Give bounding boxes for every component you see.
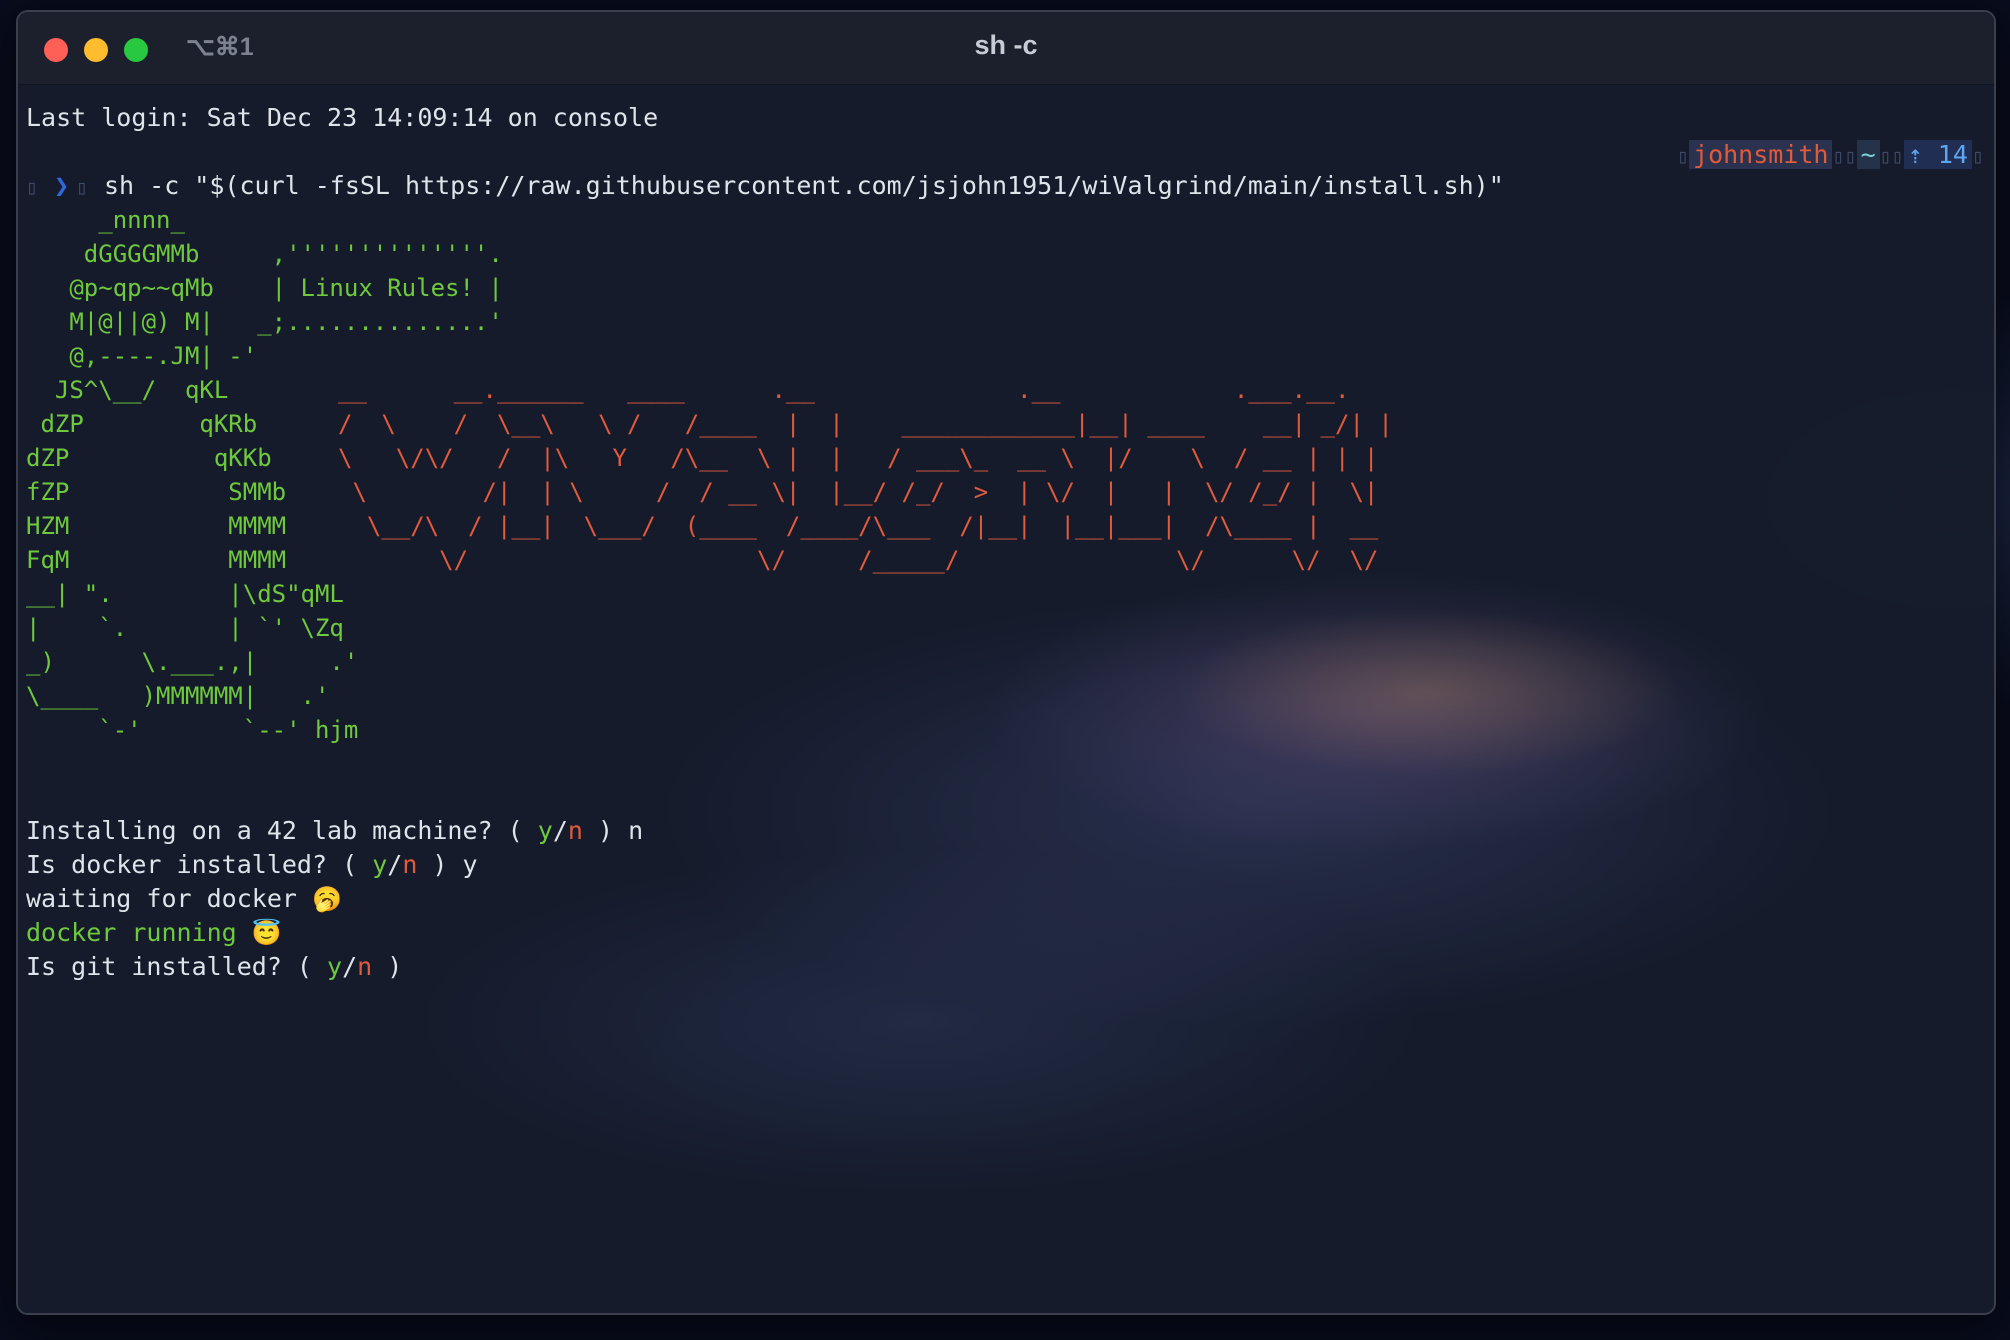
- status-text: waiting for docker: [26, 884, 312, 913]
- option-yes: y: [327, 952, 343, 981]
- wivalgrind-banner-art: __ __.______ ____ .__ .__ .___.__. / \ /…: [338, 376, 1393, 574]
- waiting-docker-line: waiting for docker 🥱: [26, 882, 342, 916]
- docker-installed-question: Is docker installed? ( y/n ) y: [26, 848, 478, 882]
- lab-machine-question: Installing on a 42 lab machine? ( y/n ) …: [26, 814, 643, 848]
- question-text: Installing on a 42 lab machine? (: [26, 816, 538, 845]
- option-no: n: [402, 850, 418, 879]
- segment-separator-icon: ▯: [1676, 144, 1690, 168]
- answer-text: ) y: [417, 850, 478, 879]
- option-yes: y: [537, 816, 553, 845]
- status-text: docker running: [26, 918, 252, 947]
- prompt-badge-icon: ▯: [76, 175, 89, 199]
- command-line: ▯ ❯ ▯ sh -c "$(curl -fsSL https://raw.githu…: [26, 169, 1504, 204]
- segment-separator-icon: ▯▯: [1879, 144, 1904, 168]
- prompt-symbol: ❯: [54, 171, 70, 200]
- prompt-status-segment: ▯ johnsmith ▯▯ ~ ▯▯ ⇡ 14 ▯: [1677, 138, 1984, 173]
- option-separator: /: [387, 850, 403, 879]
- status-user: johnsmith: [1689, 140, 1833, 169]
- git-installed-question: Is git installed? ( y/n ): [26, 950, 402, 984]
- halo-face-icon: 😇: [251, 919, 282, 947]
- yawning-face-icon: 🥱: [311, 885, 342, 913]
- docker-running-line: docker running 😇: [26, 916, 282, 950]
- segment-separator-icon: ▯▯: [1832, 144, 1857, 168]
- segment-separator-icon: ▯: [1971, 144, 1984, 168]
- option-separator: /: [552, 816, 568, 845]
- title-bar[interactable]: ⌥⌘1 sh -c: [18, 12, 1994, 85]
- option-yes: y: [372, 850, 388, 879]
- command-text: sh -c "$(curl -fsSL https://raw.githubus…: [104, 171, 1504, 200]
- terminal-output[interactable]: Last login: Sat Dec 23 14:09:14 on conso…: [26, 84, 1994, 1313]
- status-git-ahead: ⇡ 14: [1903, 140, 1972, 169]
- answer-text: ) n: [582, 816, 644, 845]
- status-cwd: ~: [1856, 140, 1880, 169]
- option-no: n: [357, 952, 373, 981]
- question-text: Is docker installed? (: [26, 850, 373, 879]
- option-no: n: [567, 816, 583, 845]
- terminal-window: ⌥⌘1 sh -c Last login: Sat Dec 23 14:09:1…: [16, 10, 1996, 1315]
- window-title: sh -c: [974, 30, 1038, 60]
- last-login-line: Last login: Sat Dec 23 14:09:14 on conso…: [26, 103, 659, 132]
- question-end: ): [372, 952, 403, 981]
- option-separator: /: [342, 952, 358, 981]
- prompt-badge-icon: ▯: [26, 175, 39, 199]
- question-text: Is git installed? (: [26, 952, 328, 981]
